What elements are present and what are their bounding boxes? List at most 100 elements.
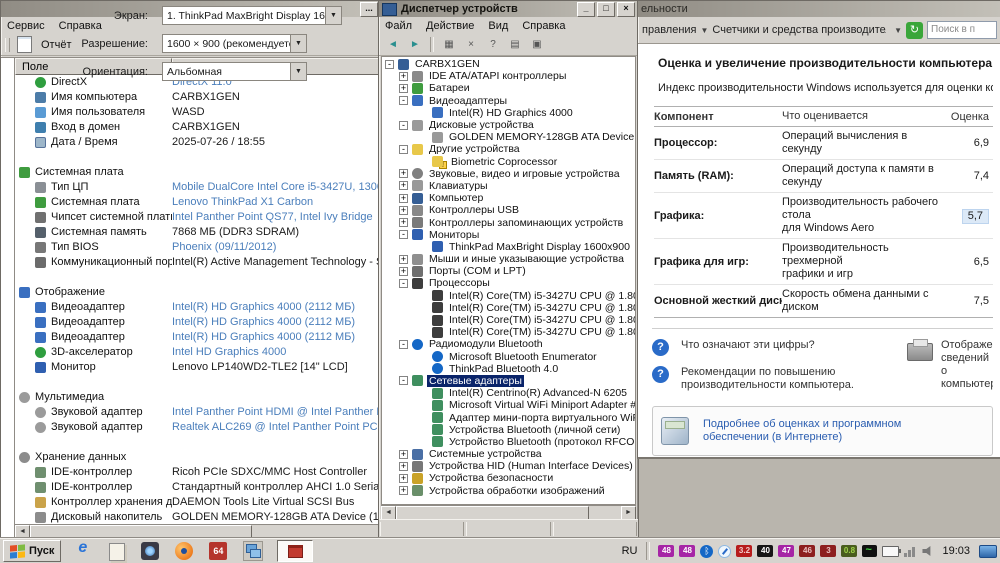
table-row[interactable]: Тип BIOS Phoenix (09/11/2012) (15, 240, 381, 255)
help-link-numbers[interactable]: Что означают эти цифры? (681, 339, 815, 356)
toolbar-button[interactable]: × (461, 36, 481, 53)
table-row[interactable]: IDE-контроллер Ricoh PCIe SDXC/MMC Host … (15, 465, 381, 480)
tree-item[interactable]: Microsoft Bluetooth Enumerator (382, 351, 635, 363)
tray-icon[interactable]: 3.2 (736, 545, 753, 557)
tree-item[interactable]: Устройство Bluetooth (протокол RFCOMM TD… (382, 436, 635, 448)
table-row[interactable]: Вход в домен CARBX1GEN (15, 120, 381, 135)
expand-toggle[interactable]: - (399, 376, 408, 386)
nav-arrow-button[interactable]: ► (405, 36, 425, 53)
tree-item[interactable]: + Устройства HID (Human Interface Device… (382, 460, 635, 472)
expand-toggle[interactable]: + (399, 181, 408, 191)
toolbar-button[interactable]: ▦ (439, 36, 459, 53)
expand-toggle[interactable]: - (399, 230, 408, 240)
expand-toggle[interactable]: - (385, 59, 394, 69)
expand-toggle[interactable]: - (399, 278, 408, 288)
tree-item[interactable]: Intel(R) Core(TM) i5-3427U CPU @ 1.80GHz (382, 290, 635, 302)
expand-toggle[interactable]: + (399, 254, 408, 264)
expand-toggle[interactable]: + (399, 83, 408, 93)
running-app-button[interactable] (277, 540, 314, 562)
device-manager-titlebar[interactable]: Диспетчер устройств _ □ × (379, 1, 638, 17)
expand-toggle[interactable]: - (399, 120, 408, 130)
table-row[interactable]: Отображение (15, 285, 381, 300)
tree-item[interactable]: - Радиомодули Bluetooth (382, 338, 635, 350)
more-info-link[interactable]: Подробнее об оценках и программном обесп… (652, 406, 993, 456)
expand-toggle[interactable]: + (399, 205, 408, 215)
toolbar-button[interactable]: ▣ (527, 36, 547, 53)
overflow-button[interactable]: ... (360, 1, 378, 17)
expand-toggle[interactable]: + (399, 193, 408, 203)
table-row[interactable]: Звуковой адаптер Realtek ALC269 @ Intel … (15, 420, 381, 435)
nav-arrow-button[interactable]: ◄ (383, 36, 403, 53)
table-row[interactable]: Коммуникационный порт Intel(R) Active Ma… (15, 255, 381, 270)
expand-toggle[interactable]: + (399, 449, 408, 459)
tree-item[interactable]: - Другие устройства (382, 143, 635, 155)
search-input[interactable]: Поиск в п (927, 21, 997, 39)
window-control-button[interactable]: □ (597, 1, 615, 17)
breadcrumb[interactable]: Счетчики и средства производительности (712, 24, 886, 36)
scroll-thumb[interactable] (30, 525, 252, 538)
scroll-left-icon[interactable]: ◄ (15, 525, 30, 538)
tree-item[interactable]: Microsoft Virtual WiFi Miniport Adapter … (382, 399, 635, 411)
dropdown-arrow-icon[interactable]: ▼ (290, 63, 306, 80)
table-row[interactable]: IDE-контроллер Стандартный контроллер AH… (15, 480, 381, 495)
tree-item[interactable]: Intel(R) Centrino(R) Advanced-N 6205 (382, 387, 635, 399)
dropdown-arrow-icon[interactable]: ▼ (325, 7, 341, 24)
expand-toggle[interactable]: - (399, 144, 408, 154)
table-row[interactable]: Тип ЦП Mobile DualCore Intel Core i5-342… (15, 180, 381, 195)
expand-toggle[interactable]: + (399, 461, 408, 471)
tree-item[interactable]: - Сетевые адаптеры (382, 374, 635, 387)
tray-icon[interactable]: 47 (778, 545, 795, 557)
table-row[interactable]: 3D-акселератор Intel HD Graphics 4000 (15, 345, 381, 360)
tree-item[interactable]: + Контроллеры запоминающих устройств (382, 216, 635, 229)
tree-item[interactable]: + Порты (COM и LPT) (382, 265, 635, 277)
menu-item[interactable]: Справка (522, 20, 565, 32)
table-row[interactable]: Монитор Lenovo LP140WD2-TLE2 [14" LCD] (15, 360, 381, 375)
scroll-thumb[interactable] (396, 506, 590, 519)
tray-icon[interactable] (882, 545, 902, 557)
tray-icon[interactable]: 3 (820, 545, 837, 557)
tree-item[interactable]: - Дисковые устройства (382, 119, 635, 131)
tree-item[interactable]: + Устройства безопасности (382, 472, 635, 484)
table-row[interactable] (15, 150, 381, 165)
quicklaunch-icon[interactable] (109, 542, 126, 561)
table-row[interactable]: Видеоадаптер Intel(R) HD Graphics 4000 (… (15, 300, 381, 315)
tree-item[interactable]: Intel(R) Core(TM) i5-3427U CPU @ 1.80GHz (382, 302, 635, 314)
scroll-right-icon[interactable]: ► (621, 506, 636, 519)
help-link-tips[interactable]: Рекомендации по повышению производительн… (681, 366, 881, 392)
tray-icon[interactable] (718, 544, 732, 558)
tray-icon[interactable] (922, 545, 931, 557)
tray-icon[interactable]: 48 (679, 545, 696, 557)
toolbar-button[interactable]: ▤ (505, 36, 525, 53)
table-row[interactable]: Имя компьютера CARBX1GEN (15, 90, 381, 105)
tree-item[interactable]: - Процессоры (382, 277, 635, 289)
menu-item[interactable]: Вид (488, 20, 508, 32)
quicklaunch-icon[interactable] (175, 542, 194, 560)
expand-toggle[interactable]: - (399, 339, 408, 349)
tree-item[interactable]: Intel(R) Core(TM) i5-3427U CPU @ 1.80GHz (382, 314, 635, 326)
tree-item[interactable]: Biometric Coprocessor (382, 156, 635, 169)
language-indicator[interactable]: RU (622, 545, 638, 557)
tree-item[interactable]: ThinkPad Bluetooth 4.0 (382, 363, 635, 375)
tray-icon[interactable]: 0.8 (841, 545, 858, 557)
tray-icon[interactable]: 40 (757, 545, 774, 557)
tree-item[interactable]: + Устройства обработки изображений (382, 485, 635, 497)
tree-item[interactable]: ThinkPad MaxBright Display 1600x900 (382, 241, 635, 253)
tree-item[interactable]: - Видеоадаптеры (382, 95, 635, 107)
window-control-button[interactable]: × (617, 1, 635, 17)
tree-item[interactable]: Устройства Bluetooth (личной сети) (382, 424, 635, 436)
device-manager-hscrollbar[interactable]: ◄ ► (381, 505, 636, 519)
table-row[interactable]: Видеоадаптер Intel(R) HD Graphics 4000 (… (15, 330, 381, 345)
expand-toggle[interactable]: + (399, 486, 408, 496)
menu-item[interactable]: Действие (426, 20, 474, 32)
dropdown-arrow-icon[interactable]: ▼ (290, 35, 306, 52)
setting-dropdown[interactable]: 1600 × 900 (рекомендуется) ▼ (162, 34, 307, 53)
window-control-button[interactable]: _ (577, 1, 595, 17)
expand-toggle[interactable]: - (399, 96, 408, 106)
tree-item[interactable]: + Системные устройства (382, 448, 635, 460)
quicklaunch-icon[interactable]: 64 (209, 542, 228, 560)
setting-dropdown[interactable]: 1. ThinkPad MaxBright Display 1600x900 ▼ (162, 6, 342, 25)
scroll-left-icon[interactable]: ◄ (381, 506, 396, 519)
tree-item[interactable]: Intel(R) Core(TM) i5-3427U CPU @ 1.80GHz (382, 326, 635, 338)
tree-item[interactable]: + Звуковые, видео и игровые устройства (382, 168, 635, 180)
refresh-icon[interactable]: ↻ (906, 21, 923, 39)
